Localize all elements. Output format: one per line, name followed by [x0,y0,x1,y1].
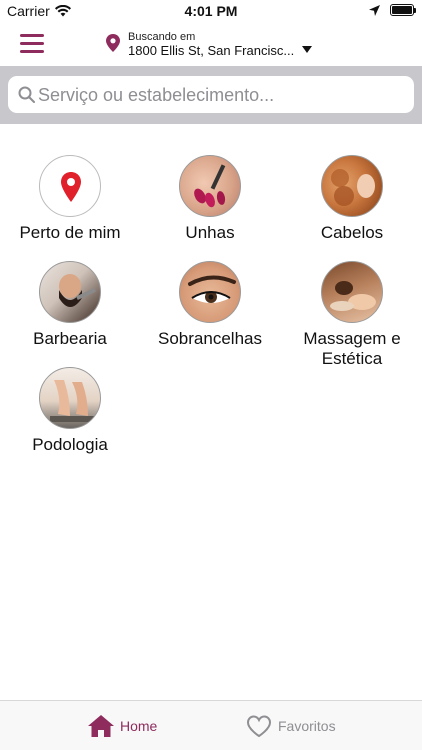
heart-icon [246,714,272,737]
massage-photo [321,261,383,323]
category-label: Sobrancelhas [158,329,262,348]
hair-photo [321,155,383,217]
category-cabelos[interactable]: Cabelos [292,155,412,243]
location-arrow-icon [369,4,380,16]
status-bar: Carrier 4:01 PM [0,0,422,22]
header: Buscando em 1800 Ellis St, San Francisc.… [0,22,422,66]
category-label: Podologia [32,435,108,454]
search-input[interactable] [38,82,398,108]
menu-button[interactable] [20,34,46,54]
menu-icon-bar [20,42,44,45]
location-caption: Buscando em [128,31,196,43]
location-address: 1800 Ellis St, San Francisc... [128,43,295,58]
tab-home[interactable]: Home [88,701,157,750]
category-podologia[interactable]: Podologia [10,367,130,455]
status-time: 4:01 PM [184,3,238,19]
location-selector[interactable]: Buscando em 1800 Ellis St, San Francisc.… [106,30,326,60]
tab-home-label: Home [120,718,158,734]
feet-photo [39,367,101,429]
battery-icon [390,4,416,16]
nails-photo [179,155,241,217]
category-unhas[interactable]: Unhas [150,155,270,243]
search-band [0,66,422,124]
location-pin-icon [61,172,81,202]
nearby-icon-circle [39,155,101,217]
category-label: Massagem e Estética [303,329,401,368]
category-massagem-e-estetica[interactable]: Massagem e Estética [292,261,412,369]
tab-favoritos[interactable]: Favoritos [246,701,336,750]
tab-favoritos-label: Favoritos [278,718,336,734]
map-pin-icon [106,34,120,52]
eyebrow-photo [179,261,241,323]
category-label: Cabelos [320,223,384,242]
menu-icon-bar [20,50,44,53]
category-label: Barbearia [33,329,107,348]
status-right [369,4,416,16]
caret-down-icon [302,46,312,53]
menu-icon-bar [20,34,44,37]
category-perto-de-mim[interactable]: Perto de mim [10,155,130,243]
category-label: Unhas [185,223,235,242]
tab-bar: Home Favoritos [0,700,422,750]
category-barbearia[interactable]: Barbearia [10,261,130,349]
category-sobrancelhas[interactable]: Sobrancelhas [150,261,270,349]
search-box[interactable] [8,76,414,113]
search-icon [18,86,35,103]
category-label: Perto de mim [19,223,121,242]
home-icon [88,715,114,737]
barber-photo [39,261,101,323]
